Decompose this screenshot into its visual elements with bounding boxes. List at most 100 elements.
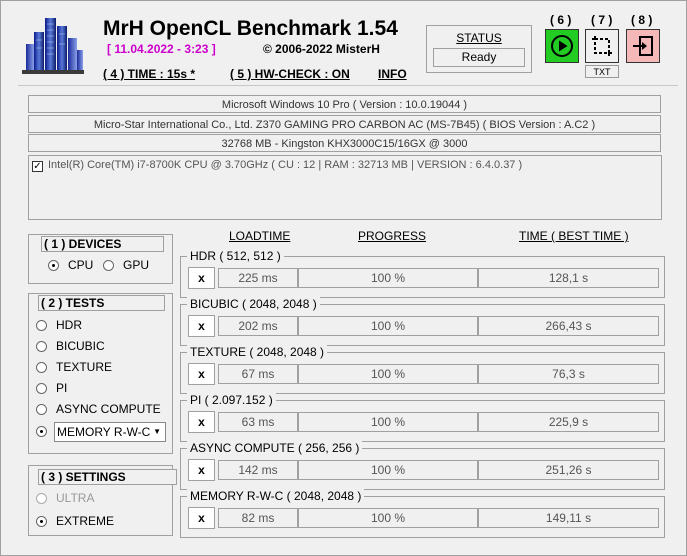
- device-option-gpu[interactable]: GPU: [103, 258, 149, 272]
- board-info: Micro-Star International Co., Ltd. Z370 …: [28, 115, 661, 133]
- test-option-label: HDR: [56, 318, 82, 332]
- status-panel: STATUS Ready: [426, 25, 532, 73]
- radio-icon: [103, 259, 114, 271]
- radio-icon: [48, 259, 59, 271]
- radio-icon: [36, 361, 47, 373]
- benchmark-label: PI ( 2.097.152 ): [187, 393, 276, 407]
- benchmark-row: BICUBIC ( 2048, 2048 ) x 202 ms 100 % 266,43…: [180, 297, 665, 346]
- radio-icon: [36, 426, 47, 437]
- test-option-async-compute[interactable]: ASYNC COMPUTE: [36, 402, 161, 416]
- setting-option-label: ULTRA: [56, 491, 95, 505]
- status-value: Ready: [433, 48, 525, 67]
- device-checkbox[interactable]: ✓: [32, 161, 43, 172]
- progress-value: 100 %: [298, 316, 478, 336]
- reset-result-button[interactable]: x: [188, 363, 215, 385]
- exit-icon: [633, 36, 653, 56]
- copyright-text: © 2006-2022 MisterH: [263, 42, 380, 56]
- txt-export-label[interactable]: TXT: [585, 65, 619, 78]
- setting-option-extreme[interactable]: EXTREME: [36, 514, 114, 528]
- info-link[interactable]: INFO: [378, 67, 407, 81]
- benchmark-row: ASYNC COMPUTE ( 256, 256 ) x 142 ms 100 % 25…: [180, 441, 665, 490]
- radio-icon: [36, 403, 47, 415]
- test-option-hdr[interactable]: HDR: [36, 318, 82, 332]
- benchmark-row: PI ( 2.097.152 ) x 63 ms 100 % 225,9 s: [180, 393, 665, 442]
- loadtime-value: 202 ms: [218, 316, 298, 336]
- time-value: 128,1 s: [478, 268, 659, 288]
- reset-result-button[interactable]: x: [188, 411, 215, 433]
- radio-icon: [36, 319, 47, 331]
- test-option-label: TEXTURE: [56, 360, 113, 374]
- app-title: MrH OpenCL Benchmark 1.54: [103, 17, 398, 40]
- reset-result-button[interactable]: x: [188, 267, 215, 289]
- benchmark-label: ASYNC COMPUTE ( 256, 256 ): [187, 441, 363, 455]
- memory-rwc-select[interactable]: MEMORY R-W-C ▼: [54, 422, 166, 442]
- tests-group-title: ( 2 ) TESTS: [38, 295, 165, 311]
- reset-result-button[interactable]: x: [188, 459, 215, 481]
- time-value: 251,26 s: [478, 460, 659, 480]
- benchmark-row: MEMORY R-W-C ( 2048, 2048 ) x 82 ms 100 % 14…: [180, 489, 665, 538]
- radio-icon: [36, 382, 47, 394]
- test-option-label: BICUBIC: [56, 339, 105, 353]
- run-date: [ 11.04.2022 - 3:23 ]: [107, 42, 216, 56]
- test-option-label: PI: [56, 381, 68, 395]
- setting-option-label: EXTREME: [56, 514, 115, 528]
- time-value: 266,43 s: [478, 316, 659, 336]
- test-option-texture[interactable]: TEXTURE: [36, 360, 112, 374]
- benchmark-row: TEXTURE ( 2048, 2048 ) x 67 ms 100 % 76,3 s: [180, 345, 665, 394]
- loadtime-value: 63 ms: [218, 412, 298, 432]
- settings-group-title: ( 3 ) SETTINGS: [38, 469, 177, 485]
- skyline-logo-icon: [22, 18, 84, 74]
- time-value: 76,3 s: [478, 364, 659, 384]
- reset-result-button[interactable]: x: [188, 507, 215, 529]
- crop-capture-icon: [592, 36, 612, 56]
- setting-option-ultra[interactable]: ULTRA: [36, 491, 94, 505]
- capture-button[interactable]: [585, 29, 619, 63]
- test-option-bicubic[interactable]: BICUBIC: [36, 339, 105, 353]
- progress-value: 100 %: [298, 364, 478, 384]
- chevron-down-icon[interactable]: ▼: [153, 423, 161, 441]
- test-option-pi[interactable]: PI: [36, 381, 67, 395]
- loadtime-value: 142 ms: [218, 460, 298, 480]
- memory-rwc-select-value: MEMORY R-W-C: [57, 425, 151, 439]
- run-button[interactable]: [545, 29, 579, 63]
- benchmark-label: MEMORY R-W-C ( 2048, 2048 ): [187, 489, 365, 503]
- device-option-cpu[interactable]: CPU: [48, 258, 93, 272]
- time-setting-link[interactable]: ( 4 ) TIME : 15s *: [103, 67, 195, 81]
- capture-shortcut-label: ( 7 ): [591, 13, 613, 27]
- radio-icon: [36, 492, 47, 504]
- progress-value: 100 %: [298, 412, 478, 432]
- exit-button[interactable]: [626, 29, 660, 63]
- device-option-label: GPU: [123, 258, 150, 272]
- loadtime-column-header: LOADTIME: [229, 229, 291, 243]
- reset-result-button[interactable]: x: [188, 315, 215, 337]
- header-divider: [18, 85, 678, 86]
- device-description: Intel(R) Core(TM) i7-8700K CPU @ 3.70GHz…: [48, 159, 523, 171]
- devices-group-title: ( 1 ) DEVICES: [41, 236, 164, 252]
- device-list[interactable]: ✓ Intel(R) Core(TM) i7-8700K CPU @ 3.70G…: [28, 155, 662, 220]
- radio-icon: [36, 340, 47, 352]
- loadtime-value: 82 ms: [218, 508, 298, 528]
- play-icon: [551, 35, 573, 57]
- time-value: 225,9 s: [478, 412, 659, 432]
- loadtime-value: 67 ms: [218, 364, 298, 384]
- benchmark-label: HDR ( 512, 512 ): [187, 249, 284, 263]
- radio-icon: [36, 515, 47, 527]
- benchmark-label: TEXTURE ( 2048, 2048 ): [187, 345, 328, 359]
- progress-value: 100 %: [298, 268, 478, 288]
- test-option-label: ASYNC COMPUTE: [56, 402, 161, 416]
- loadtime-value: 225 ms: [218, 268, 298, 288]
- benchmark-label: BICUBIC ( 2048, 2048 ): [187, 297, 320, 311]
- progress-value: 100 %: [298, 460, 478, 480]
- progress-column-header: PROGRESS: [358, 229, 427, 243]
- test-option-memory-rwc[interactable]: [36, 426, 56, 437]
- progress-value: 100 %: [298, 508, 478, 528]
- os-info: Microsoft Windows 10 Pro ( Version : 10.…: [28, 95, 661, 113]
- time-column-header: TIME ( BEST TIME ): [519, 229, 629, 243]
- run-shortcut-label: ( 6 ): [550, 13, 572, 27]
- device-option-label: CPU: [68, 258, 94, 272]
- memory-info: 32768 MB - Kingston KHX3000C15/16GX @ 30…: [28, 134, 661, 152]
- hwcheck-setting-link[interactable]: ( 5 ) HW-CHECK : ON: [230, 67, 350, 81]
- time-value: 149,11 s: [478, 508, 659, 528]
- exit-shortcut-label: ( 8 ): [631, 13, 653, 27]
- benchmark-row: HDR ( 512, 512 ) x 225 ms 100 % 128,1 s: [180, 249, 665, 298]
